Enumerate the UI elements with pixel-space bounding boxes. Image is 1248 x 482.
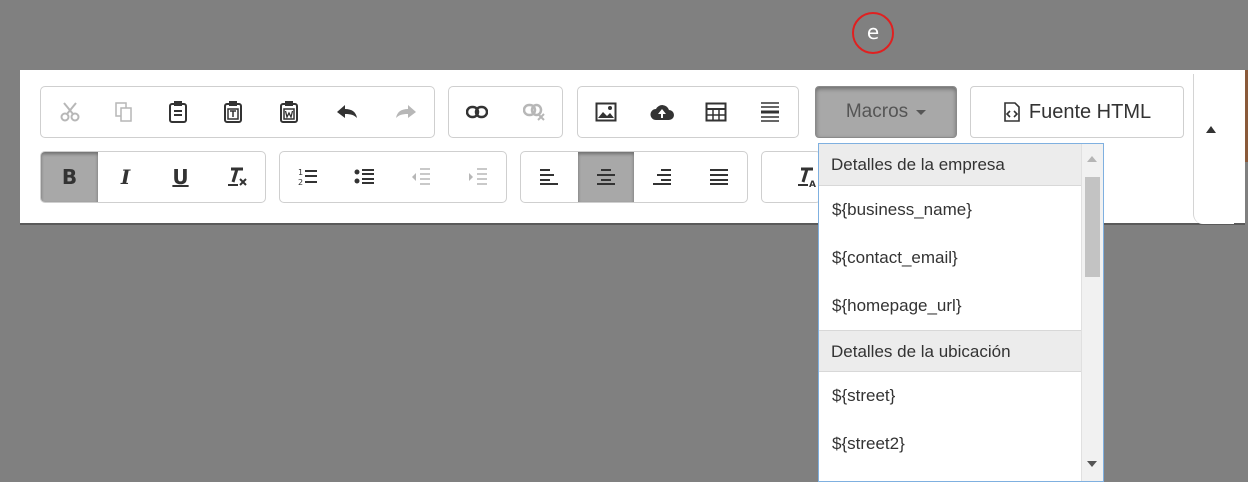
basic-styles-group: B I U: [40, 151, 266, 203]
macros-menu: Detalles de la empresa ${business_name} …: [818, 143, 1104, 482]
indent-icon: [468, 168, 487, 185]
italic-icon: I: [120, 165, 131, 189]
link-icon: [466, 105, 489, 119]
align-right-button[interactable]: [634, 152, 691, 202]
undo-icon: [337, 105, 357, 118]
unlink-icon: [522, 103, 545, 121]
underline-button[interactable]: U: [153, 152, 208, 202]
links-group: [448, 86, 563, 138]
macros-label: Macros: [845, 101, 909, 122]
undo-button[interactable]: [317, 87, 377, 137]
menu-item-business-name[interactable]: ${business_name}: [819, 186, 1083, 234]
underline-icon: U: [172, 165, 189, 189]
paste-word-button[interactable]: [261, 87, 317, 137]
insert-group: [577, 86, 799, 138]
remove-format-icon: [227, 167, 247, 186]
chevron-up-icon: [1206, 126, 1216, 133]
menu-item-street2[interactable]: ${street2}: [819, 420, 1083, 468]
bold-icon: B: [61, 165, 78, 189]
menu-item-homepage-url[interactable]: ${homepage_url}: [819, 282, 1083, 330]
redo-icon: [395, 105, 416, 118]
redo-button[interactable]: [377, 87, 434, 137]
remove-format-button[interactable]: [208, 152, 265, 202]
source-html-button[interactable]: Fuente HTML: [970, 86, 1184, 138]
source-html-label: Fuente HTML: [1028, 100, 1152, 123]
macros-dropdown-button[interactable]: Macros: [815, 86, 957, 138]
paste-text-icon: [224, 101, 242, 123]
svg-text:1: 1: [298, 168, 303, 177]
bulleted-list-icon: [354, 169, 374, 184]
justify-button[interactable]: [691, 152, 748, 202]
outdent-button[interactable]: [393, 152, 450, 202]
paste-icon: [168, 101, 187, 123]
upload-icon: [650, 105, 674, 120]
text-color-group: A: [761, 151, 821, 203]
annotation-marker: e: [852, 12, 894, 54]
copy-icon: [115, 102, 132, 122]
indent-button[interactable]: [450, 152, 507, 202]
text-color-icon: A: [798, 167, 816, 188]
link-button[interactable]: [449, 87, 506, 137]
cut-icon: [60, 102, 79, 122]
align-right-icon: [653, 169, 672, 185]
scrollbar-thumb[interactable]: [1085, 177, 1100, 277]
menu-item-contact-email[interactable]: ${contact_email}: [819, 234, 1083, 282]
clipboard-group: [40, 86, 435, 138]
paste-text-button[interactable]: [205, 87, 261, 137]
image-button[interactable]: [578, 87, 634, 137]
collapse-toolbar-button[interactable]: [1193, 74, 1234, 224]
menu-group-header: Detalles de la empresa: [819, 144, 1083, 186]
menu-scrollbar[interactable]: [1081, 144, 1103, 481]
align-left-button[interactable]: [521, 152, 578, 202]
source-code-icon: [1004, 102, 1020, 122]
italic-button[interactable]: I: [98, 152, 153, 202]
paste-word-icon: [280, 101, 298, 123]
horizontal-rule-button[interactable]: [742, 87, 798, 137]
menu-item-street[interactable]: ${street}: [819, 372, 1083, 420]
bulleted-list-button[interactable]: [337, 152, 394, 202]
align-center-button[interactable]: [577, 152, 634, 202]
unlink-button[interactable]: [506, 87, 563, 137]
text-color-button[interactable]: A: [762, 152, 820, 202]
chevron-down-icon: [916, 109, 927, 115]
scroll-up-icon[interactable]: [1087, 156, 1097, 162]
numbered-list-button[interactable]: 12: [280, 152, 337, 202]
paste-button[interactable]: [150, 87, 205, 137]
scroll-down-icon[interactable]: [1087, 461, 1097, 467]
bold-button[interactable]: B: [41, 152, 98, 202]
cut-button[interactable]: [41, 87, 98, 137]
align-group: [520, 151, 748, 203]
align-left-icon: [540, 169, 559, 185]
copy-button[interactable]: [98, 87, 150, 137]
image-icon: [595, 102, 617, 122]
menu-group-header: Detalles de la ubicación: [819, 330, 1083, 372]
table-button[interactable]: [690, 87, 742, 137]
horizontal-rule-icon: [761, 102, 779, 122]
upload-button[interactable]: [634, 87, 690, 137]
svg-text:A: A: [809, 180, 816, 188]
lists-group: 12: [279, 151, 507, 203]
numbered-list-icon: 12: [298, 168, 318, 187]
align-center-icon: [596, 169, 615, 185]
table-icon: [705, 102, 727, 122]
svg-text:2: 2: [298, 178, 303, 187]
outdent-icon: [412, 168, 431, 185]
justify-icon: [709, 169, 728, 185]
